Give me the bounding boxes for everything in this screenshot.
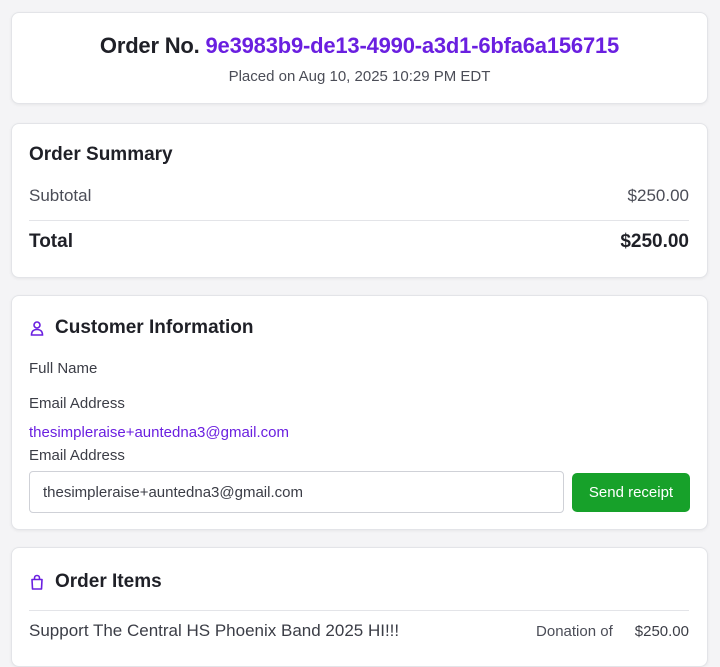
- user-icon: [29, 320, 45, 336]
- order-summary-title: Order Summary: [29, 144, 173, 165]
- full-name-label: Full Name: [29, 360, 98, 377]
- total-row: Total $250.00: [29, 231, 689, 253]
- order-header-card: Order No. 9e3983b9-de13-4990-a3d1-6bfa6a…: [11, 12, 708, 104]
- customer-info-title: Customer Information: [29, 317, 253, 339]
- shopping-bag-icon: [29, 574, 45, 590]
- email-address-label: Email Address: [29, 395, 125, 412]
- order-id: 9e3983b9-de13-4990-a3d1-6bfa6a156715: [205, 33, 620, 58]
- items-divider: [29, 610, 689, 611]
- order-items-title-text: Order Items: [55, 571, 162, 592]
- subtotal-label: Subtotal: [29, 186, 92, 205]
- order-items-title: Order Items: [29, 571, 162, 593]
- email-address-link[interactable]: thesimpleraise+auntedna3@gmail.com: [29, 424, 289, 441]
- order-number-heading: Order No. 9e3983b9-de13-4990-a3d1-6bfa6a…: [12, 33, 707, 59]
- order-items-card: Order Items Support The Central HS Phoen…: [11, 547, 708, 667]
- receipt-email-label: Email Address: [29, 447, 125, 464]
- item-name: Support The Central HS Phoenix Band 2025…: [29, 621, 400, 640]
- subtotal-row: Subtotal $250.00: [29, 186, 689, 206]
- item-price: $250.00: [634, 622, 689, 640]
- order-placed-date: Placed on Aug 10, 2025 10:29 PM EDT: [228, 68, 491, 85]
- total-value: $250.00: [620, 231, 689, 252]
- total-label: Total: [29, 231, 73, 252]
- customer-info-title-text: Customer Information: [55, 317, 254, 338]
- subtotal-value: $250.00: [627, 186, 689, 205]
- customer-info-card: Customer Information Full Name Email Add…: [11, 295, 708, 530]
- send-receipt-button[interactable]: Send receipt: [572, 473, 690, 512]
- order-summary-card: Order Summary Subtotal $250.00 Total $25…: [11, 123, 708, 278]
- list-item: Support The Central HS Phoenix Band 2025…: [29, 621, 689, 641]
- item-type: Donation of: [536, 622, 613, 640]
- receipt-email-input[interactable]: [29, 471, 564, 513]
- order-number-label: Order No.: [99, 33, 200, 58]
- summary-divider: [29, 220, 689, 221]
